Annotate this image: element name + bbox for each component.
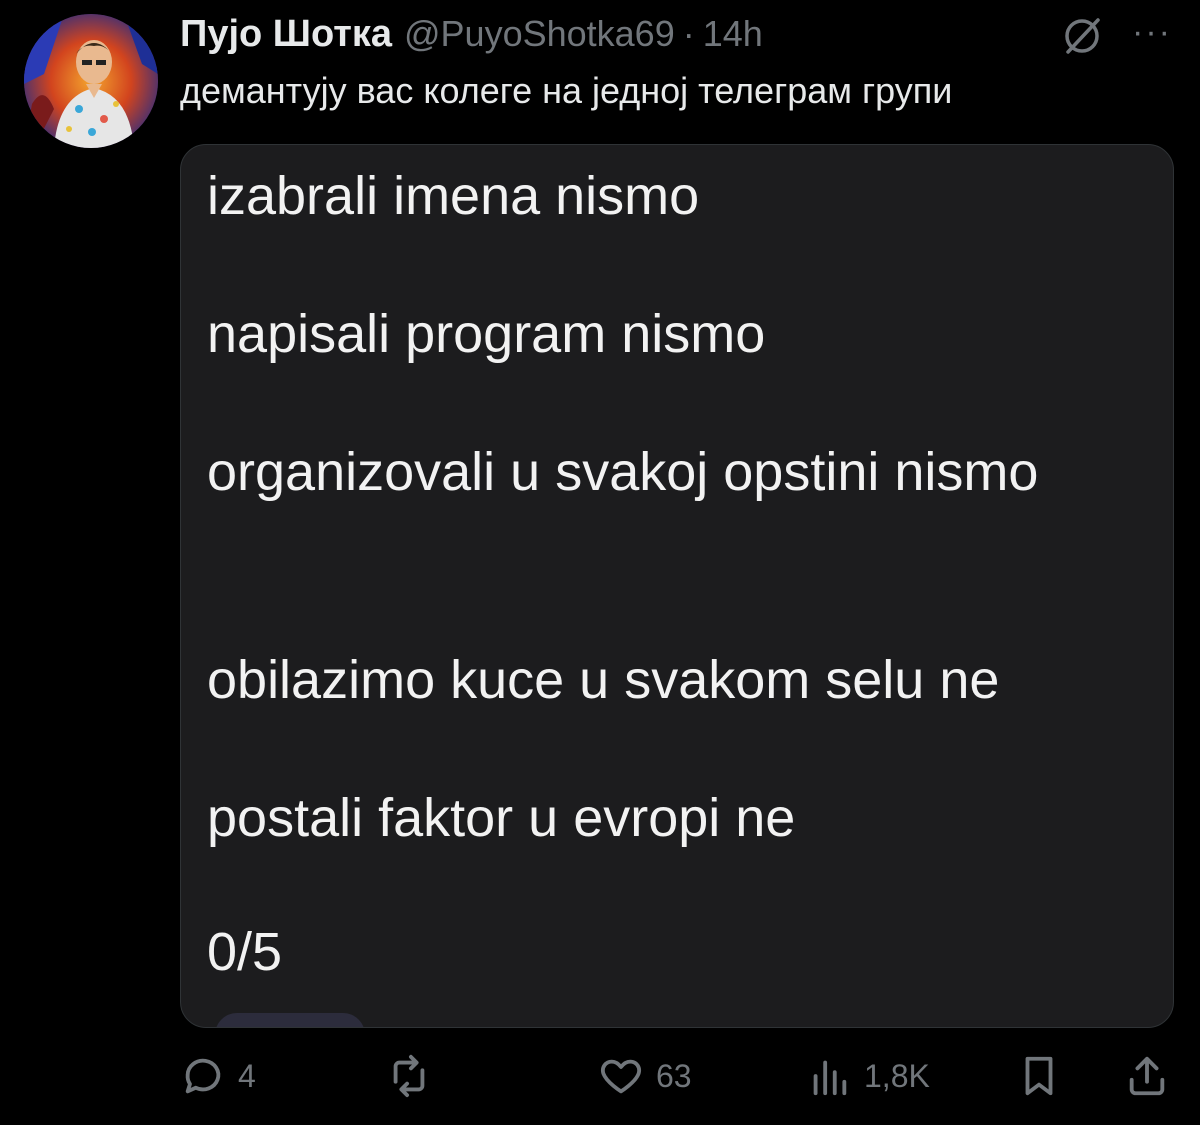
note-line: organizovali u svakoj opstini nismo xyxy=(207,442,1039,502)
grok-icon[interactable] xyxy=(1060,14,1104,58)
like-count: 63 xyxy=(656,1057,692,1094)
author-name[interactable]: Пујо Шотка xyxy=(180,13,392,56)
tweet-header: Пујо Шотка @PuyoShotka69 · 14h xyxy=(180,10,1170,58)
bookmark-icon xyxy=(1025,1056,1053,1096)
timestamp[interactable]: 14h xyxy=(703,13,763,55)
repost-icon xyxy=(393,1054,425,1098)
avatar-illustration xyxy=(24,14,158,148)
cropped-chip xyxy=(215,1013,365,1027)
note-line: obilazimo kuce u svakom selu ne xyxy=(207,650,1000,710)
more-options-icon[interactable]: ··· xyxy=(1132,12,1172,52)
reply-button[interactable]: 4 xyxy=(180,1046,256,1106)
avatar[interactable] xyxy=(24,14,158,148)
heart-icon xyxy=(601,1059,641,1094)
action-bar: 4 63 1,8K xyxy=(180,1046,1170,1106)
tweet-image[interactable]: izabrali imena nismo napisali program ni… xyxy=(180,144,1174,1028)
views-icon xyxy=(813,1060,847,1096)
note-line: postali faktor u evropi ne xyxy=(207,788,796,848)
note-line: izabrali imena nismo xyxy=(207,166,700,226)
bookmark-button[interactable] xyxy=(1016,1046,1062,1106)
views-button[interactable]: 1,8K xyxy=(806,1046,930,1106)
reply-count: 4 xyxy=(238,1057,256,1094)
author-handle[interactable]: @PuyoShotka69 xyxy=(404,13,675,55)
tweet-text: демантују вас колеге на једној телеграм … xyxy=(180,70,953,111)
note-line: napisali program nismo xyxy=(207,304,766,364)
note-line: 0/5 xyxy=(207,922,283,982)
share-button[interactable] xyxy=(1124,1046,1170,1106)
views-count: 1,8K xyxy=(864,1057,930,1094)
separator: · xyxy=(682,13,695,54)
reply-icon xyxy=(185,1058,221,1094)
repost-button[interactable] xyxy=(386,1046,444,1106)
like-button[interactable]: 63 xyxy=(598,1046,692,1106)
share-icon xyxy=(1129,1056,1165,1096)
